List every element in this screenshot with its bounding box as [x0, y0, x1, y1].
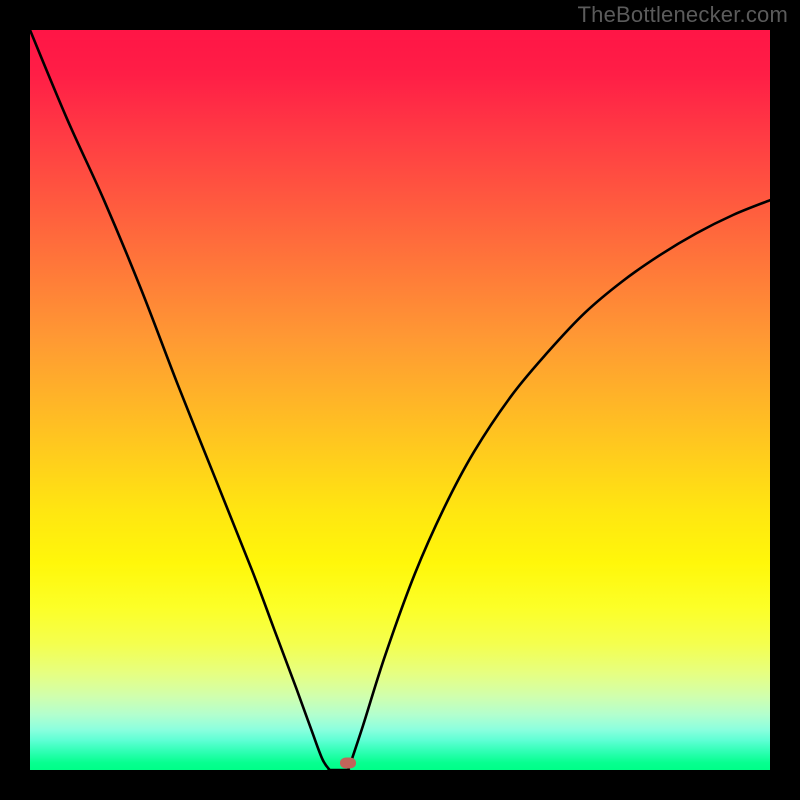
curve-path: [30, 30, 770, 770]
bottleneck-curve: [30, 30, 770, 770]
attribution-label: TheBottlenecker.com: [578, 2, 788, 28]
plot-area: [30, 30, 770, 770]
chart-frame: TheBottlenecker.com: [0, 0, 800, 800]
optimum-marker: [340, 757, 356, 768]
